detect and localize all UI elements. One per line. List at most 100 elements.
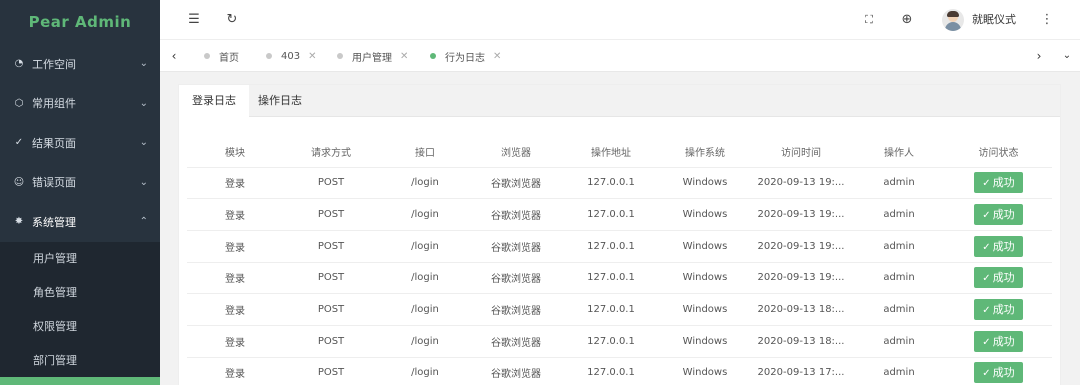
status-badge[interactable]: ✓ 成功 bbox=[974, 172, 1023, 194]
table-cell: 127.0.0.1 bbox=[561, 167, 661, 200]
sidebar-item-1[interactable]: ⬡ 常用组件 ⌄ bbox=[0, 84, 160, 124]
table-cell: Windows bbox=[661, 325, 749, 358]
table-row: 登录 POST/login 谷歌浏览器 127.0.0.1 Windows 2020-09… bbox=[187, 293, 1052, 326]
column-header: 访问时间 bbox=[749, 137, 853, 168]
page-tab-label: 用户管理 bbox=[352, 52, 392, 64]
table-cell: 2020-09-13 17:... bbox=[749, 357, 853, 385]
table-cell: Windows bbox=[661, 293, 749, 326]
submenu-item-0[interactable]: 用户管理 bbox=[0, 242, 160, 276]
refresh-icon[interactable]: ↻ bbox=[220, 0, 244, 40]
tabs-next-icon[interactable]: › bbox=[1029, 40, 1049, 72]
component-icon: ⬡ bbox=[14, 97, 24, 109]
globe-icon[interactable]: ⊕ bbox=[895, 0, 919, 40]
status-text: 成功 bbox=[992, 366, 1015, 380]
submenu-item-2[interactable]: 权限管理 bbox=[0, 310, 160, 344]
table-cell: admin bbox=[853, 198, 945, 231]
column-header: 访问状态 bbox=[945, 137, 1052, 168]
menu-collapse-icon[interactable]: ☰ bbox=[182, 0, 206, 40]
table-cell: ✓ 成功 bbox=[945, 293, 1052, 326]
table-cell: /login bbox=[379, 198, 471, 231]
sidebar-item-0[interactable]: ◔ 工作空间 ⌄ bbox=[0, 44, 160, 84]
chevron-down-icon: ⌄ bbox=[139, 97, 148, 109]
status-badge[interactable]: ✓ 成功 bbox=[974, 204, 1023, 226]
status-badge[interactable]: ✓ 成功 bbox=[974, 235, 1023, 257]
column-header: 接口 bbox=[379, 137, 471, 168]
table-cell: 登录 bbox=[187, 293, 283, 326]
sidebar-item-2[interactable]: ✓ 结果页面 ⌄ bbox=[0, 123, 160, 163]
app-logo: Pear Admin bbox=[0, 0, 160, 44]
check-icon: ✓ bbox=[982, 210, 991, 222]
sidebar-item-4[interactable]: ✸ 系统管理 ⌃ bbox=[0, 202, 160, 242]
table-cell: 2020-09-13 19:... bbox=[749, 198, 853, 231]
table-cell: POST bbox=[283, 262, 379, 295]
fullscreen-icon[interactable]: ⛶ bbox=[857, 0, 881, 40]
check-icon: ✓ bbox=[982, 241, 991, 253]
status-text: 成功 bbox=[992, 334, 1015, 348]
table-row: 登录 POST/login 谷歌浏览器 127.0.0.1 Windows 2020-09… bbox=[187, 325, 1052, 358]
table-cell: 谷歌浏览器 bbox=[471, 167, 561, 200]
tab-operation-log[interactable]: 操作日志 bbox=[245, 85, 315, 117]
avatar[interactable] bbox=[942, 9, 964, 31]
table-cell: /login bbox=[379, 357, 471, 385]
column-header: 请求方式 bbox=[283, 137, 379, 168]
table-cell: /login bbox=[379, 262, 471, 295]
table-row: 登录 POST/login 谷歌浏览器 127.0.0.1 Windows 2020-09… bbox=[187, 262, 1052, 295]
table-cell: /login bbox=[379, 230, 471, 263]
status-text: 成功 bbox=[992, 303, 1015, 317]
tab-login-log[interactable]: 登录日志 bbox=[179, 85, 249, 118]
table-cell: 127.0.0.1 bbox=[561, 262, 661, 295]
status-badge[interactable]: ✓ 成功 bbox=[974, 362, 1023, 384]
submenu-item-1[interactable]: 角色管理 bbox=[0, 276, 160, 310]
tabs-dropdown-icon[interactable]: ⌄ bbox=[1057, 40, 1077, 72]
table-cell: POST bbox=[283, 198, 379, 231]
page-tab-2[interactable]: 用户管理 ✕ bbox=[337, 40, 408, 72]
check-icon: ✓ bbox=[982, 178, 991, 190]
page-tab-label: 首页 bbox=[219, 52, 239, 64]
table-cell: Windows bbox=[661, 230, 749, 263]
table-cell: 登录 bbox=[187, 357, 283, 385]
username[interactable]: 就眠仪式 bbox=[972, 0, 1016, 40]
table-cell: Windows bbox=[661, 167, 749, 200]
table-cell: 谷歌浏览器 bbox=[471, 293, 561, 326]
tab-status-dot bbox=[337, 53, 343, 59]
table-cell: POST bbox=[283, 230, 379, 263]
sidebar-item-label: 常用组件 bbox=[32, 97, 76, 111]
page-tab-0[interactable]: 首页 bbox=[204, 40, 239, 72]
sidebar-item-label: 结果页面 bbox=[32, 136, 76, 150]
status-text: 成功 bbox=[992, 176, 1015, 190]
table-cell: 谷歌浏览器 bbox=[471, 357, 561, 385]
more-vertical-icon[interactable]: ⋮ bbox=[1035, 0, 1059, 40]
sidebar-item-label: 系统管理 bbox=[32, 215, 76, 229]
table-cell: admin bbox=[853, 293, 945, 326]
status-text: 成功 bbox=[992, 208, 1015, 222]
table-cell: POST bbox=[283, 325, 379, 358]
table-cell: ✓ 成功 bbox=[945, 357, 1052, 385]
sidebar-item-label: 工作空间 bbox=[32, 57, 76, 71]
table-cell: 2020-09-13 18:... bbox=[749, 293, 853, 326]
page-tab-3[interactable]: 行为日志 ✕ bbox=[430, 40, 501, 72]
status-badge[interactable]: ✓ 成功 bbox=[974, 299, 1023, 321]
table-cell: admin bbox=[853, 325, 945, 358]
status-badge[interactable]: ✓ 成功 bbox=[974, 330, 1023, 352]
status-text: 成功 bbox=[992, 271, 1015, 285]
submenu-item-3[interactable]: 部门管理 bbox=[0, 344, 160, 378]
active-menu-indicator[interactable] bbox=[0, 377, 160, 385]
top-header: ☰ ↻ ⛶ ⊕ 就眠仪式 ⋮ bbox=[160, 0, 1080, 40]
table-cell: 127.0.0.1 bbox=[561, 293, 661, 326]
page-tab-1[interactable]: 403 ✕ bbox=[266, 40, 316, 72]
close-icon[interactable]: ✕ bbox=[400, 51, 408, 62]
column-header: 浏览器 bbox=[471, 137, 561, 168]
table-cell: admin bbox=[853, 167, 945, 200]
close-icon[interactable]: ✕ bbox=[308, 51, 316, 62]
gear-icon: ✸ bbox=[14, 216, 24, 228]
column-header: 操作人 bbox=[853, 137, 945, 168]
tabs-prev-icon[interactable]: ‹ bbox=[164, 40, 184, 72]
sidebar-item-3[interactable]: ☺ 错误页面 ⌄ bbox=[0, 163, 160, 203]
close-icon[interactable]: ✕ bbox=[493, 51, 501, 62]
table-cell: Windows bbox=[661, 262, 749, 295]
table-cell: ✓ 成功 bbox=[945, 262, 1052, 295]
face-icon: ☺ bbox=[13, 176, 25, 188]
table-cell: /login bbox=[379, 293, 471, 326]
status-badge[interactable]: ✓ 成功 bbox=[974, 267, 1023, 289]
check-icon: ✓ bbox=[982, 368, 991, 380]
